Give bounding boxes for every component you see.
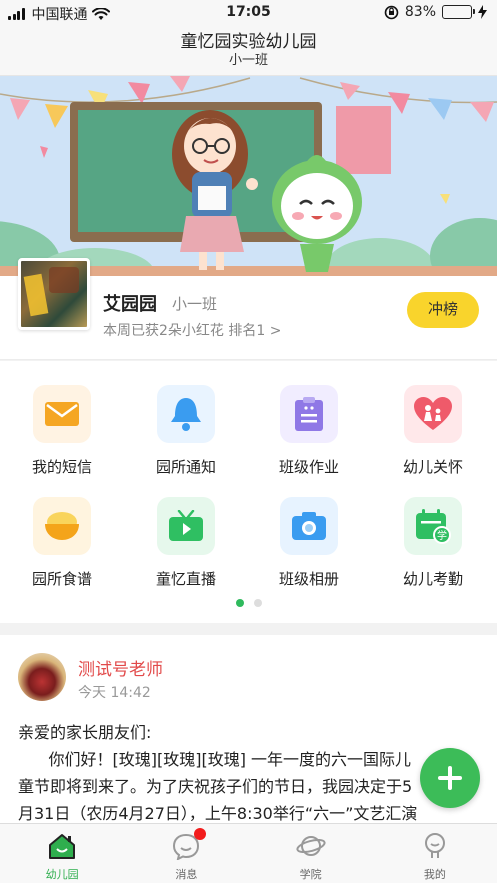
grid-item-notices[interactable]: 园所通知: [131, 385, 241, 477]
grid-item-messages[interactable]: 我的短信: [7, 385, 117, 477]
tv-icon: [157, 497, 215, 555]
plus-icon: [438, 766, 462, 790]
classroom-illustration: [0, 76, 497, 276]
orientation-lock-icon: [384, 5, 399, 19]
page-dot-active[interactable]: [235, 599, 244, 607]
grid-item-live[interactable]: 童忆直播: [131, 497, 241, 589]
tab-label: 幼儿园: [45, 868, 79, 881]
bell-icon: [157, 385, 215, 443]
tab-label: 学院: [299, 868, 322, 881]
grid-label: 园所通知: [155, 458, 216, 476]
child-class: 小一班: [172, 295, 218, 313]
feed-post[interactable]: 测试号老师 今天 14:42 亲爱的家长朋友们: 你们好！[玫瑰][玫瑰][玫瑰…: [0, 635, 497, 835]
grid-label: 班级作业: [278, 458, 339, 476]
grid-label: 幼儿关怀: [402, 458, 463, 476]
planet-icon: [296, 836, 326, 856]
rank-boost-button[interactable]: 冲榜: [407, 292, 479, 328]
tab-label: 我的: [423, 868, 446, 881]
grid-item-album[interactable]: 班级相册: [254, 497, 364, 589]
teacher-avatar[interactable]: [18, 653, 66, 701]
flower-ranking-link[interactable]: 本周已获2朵小红花 排名1 >: [103, 320, 281, 340]
grid-label: 园所食谱: [31, 570, 92, 588]
charging-icon: [478, 5, 487, 19]
clipboard-icon: [280, 385, 338, 443]
person-icon: [424, 833, 445, 858]
grid-item-homework[interactable]: 班级作业: [254, 385, 364, 477]
page-indicator: [0, 599, 497, 607]
grid-label: 班级相册: [278, 570, 339, 588]
grid-item-care[interactable]: 幼儿关怀: [378, 385, 488, 477]
battery-icon: [442, 5, 475, 19]
post-body: 亲爱的家长朋友们: 你们好！[玫瑰][玫瑰][玫瑰] 一年一度的六一国际儿 童节…: [18, 723, 418, 823]
child-avatar[interactable]: [18, 258, 90, 330]
heart-family-icon: [404, 385, 462, 443]
post-time: 今天 14:42: [78, 685, 151, 701]
svg-text:学: 学: [437, 529, 447, 542]
tab-messages[interactable]: 消息: [124, 824, 248, 883]
feature-grid: 我的短信 园所通知 班级作业 幼儿关怀 园所食谱 童忆直播 班级相册 学 幼儿考…: [0, 361, 497, 623]
bottom-tab-bar: 幼儿园 消息 学院 我的: [0, 823, 497, 883]
tab-academy[interactable]: 学院: [249, 824, 373, 883]
rice-bowl-icon: [33, 497, 91, 555]
child-profile-card[interactable]: 艾园园 小一班 本周已获2朵小红花 排名1 > 冲榜: [0, 256, 497, 360]
grid-label: 幼儿考勤: [402, 570, 463, 588]
envelope-icon: [33, 385, 91, 443]
school-title: 童忆园实验幼儿园: [180, 32, 317, 52]
unread-badge: [194, 828, 207, 840]
app-header: 童忆园实验幼儿园 小一班: [0, 26, 497, 76]
add-post-button[interactable]: [420, 748, 480, 808]
tab-mine[interactable]: 我的: [373, 824, 497, 883]
tab-label: 消息: [175, 868, 198, 881]
page-dot[interactable]: [253, 599, 262, 607]
house-icon: [49, 834, 76, 859]
post-author[interactable]: 测试号老师: [78, 655, 163, 680]
class-subtitle: 小一班: [228, 53, 268, 68]
battery-percent: 83%: [404, 4, 436, 20]
calendar-study-icon: 学: [404, 497, 462, 555]
child-name: 艾园园: [103, 294, 157, 315]
status-bar: 中国联通 17:05 83%: [0, 0, 497, 26]
grid-item-attendance[interactable]: 学 幼儿考勤: [378, 497, 488, 589]
tab-kindergarten[interactable]: 幼儿园: [0, 824, 124, 883]
camera-icon: [280, 497, 338, 555]
grid-label: 童忆直播: [155, 570, 216, 588]
banner-illustration[interactable]: [0, 76, 497, 276]
grid-label: 我的短信: [31, 458, 92, 476]
grid-item-menu[interactable]: 园所食谱: [7, 497, 117, 589]
